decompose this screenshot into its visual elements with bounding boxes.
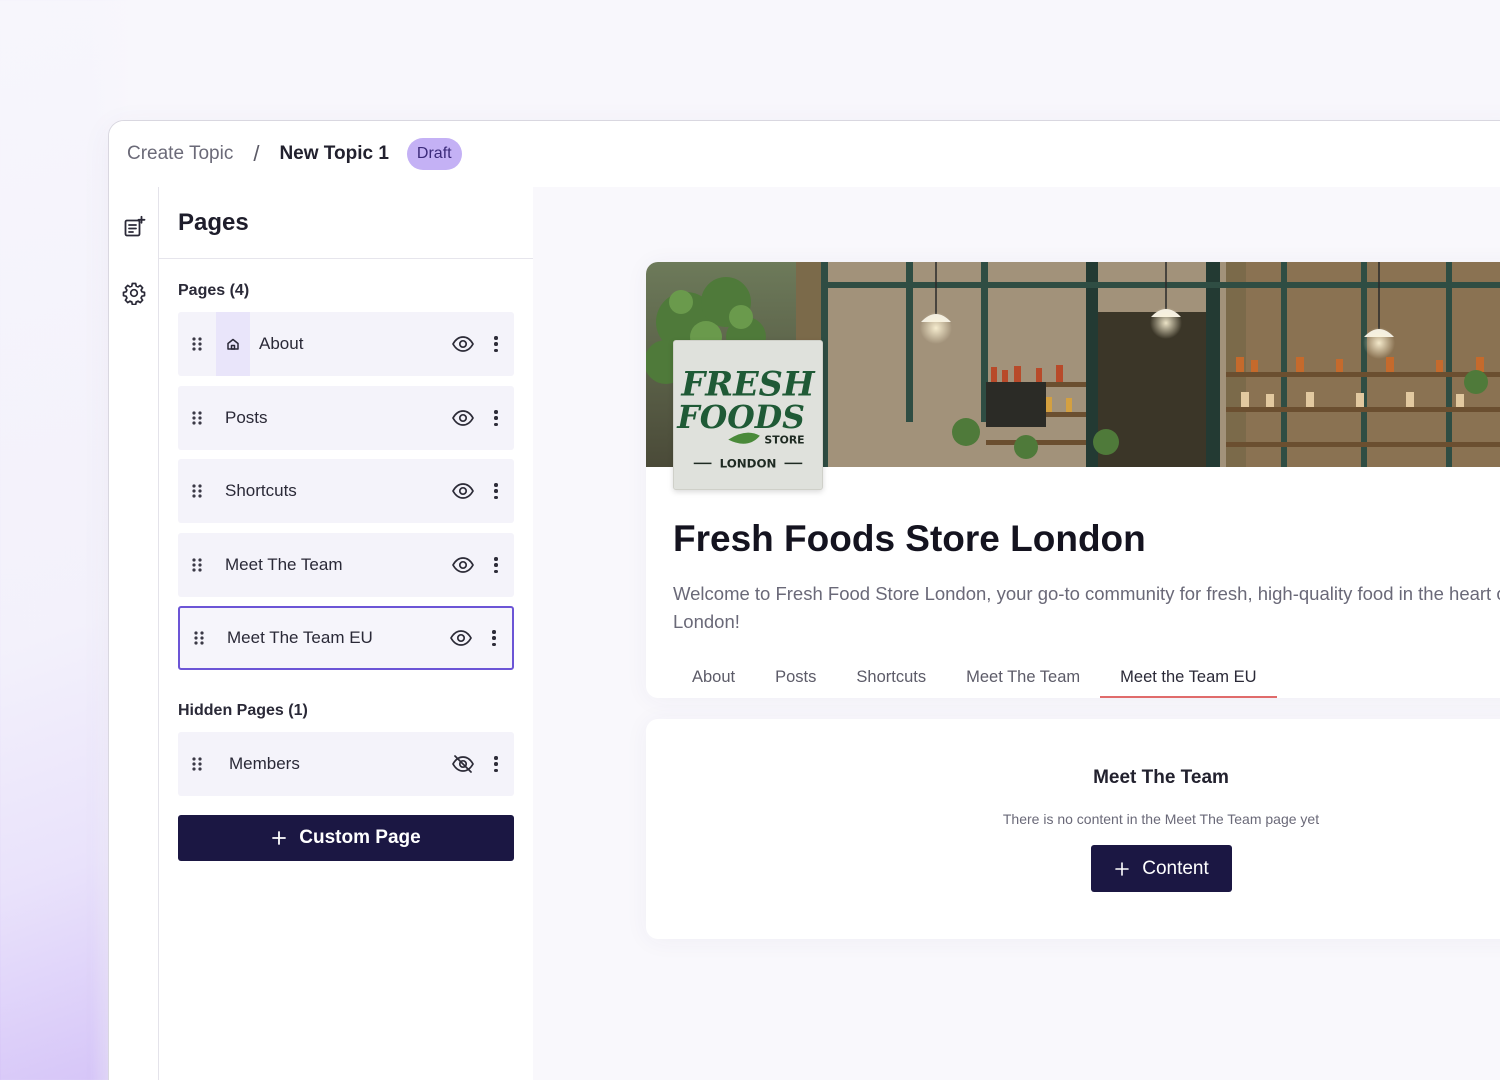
eye-icon[interactable] — [451, 332, 475, 356]
page-item-meet-the-team[interactable]: Meet The Team — [178, 533, 514, 597]
page-item-label: Meet The Team EU — [227, 628, 373, 647]
more-options-icon[interactable] — [492, 481, 500, 501]
more-options-icon[interactable] — [492, 334, 500, 354]
status-badge: Draft — [406, 138, 462, 170]
store-title: Fresh Foods Store London — [673, 518, 1146, 559]
more-options-icon[interactable] — [492, 754, 500, 774]
store-description: Welcome to Fresh Food Store London, your… — [673, 583, 1500, 632]
svg-text:FOODS: FOODS — [676, 399, 805, 436]
page-item-label: About — [259, 334, 304, 353]
add-page-icon[interactable] — [122, 215, 146, 239]
pages-section-label: Pages (4) — [178, 282, 250, 299]
drag-handle-icon[interactable] — [178, 410, 216, 426]
eye-icon[interactable] — [451, 406, 475, 430]
breadcrumb-current: New Topic 1 — [279, 143, 389, 164]
plus-icon — [272, 831, 287, 845]
breadcrumb: Create Topic / New Topic 1 Draft — [109, 121, 1500, 187]
drag-handle-icon[interactable] — [178, 557, 216, 573]
plus-icon — [1115, 861, 1130, 876]
breadcrumb-root-link[interactable]: Create Topic — [127, 143, 233, 165]
hidden-pages-section-label: Hidden Pages (1) — [178, 702, 308, 719]
svg-text:FRESH: FRESH — [680, 364, 815, 403]
tab-shortcuts[interactable]: Shortcuts — [836, 662, 946, 698]
page-item-posts[interactable]: Posts — [178, 386, 514, 450]
home-icon — [216, 312, 250, 376]
page-item-about[interactable]: About — [178, 312, 514, 376]
svg-text:STORE: STORE — [764, 434, 804, 447]
eye-icon[interactable] — [451, 479, 475, 503]
tab-posts[interactable]: Posts — [755, 662, 836, 698]
more-options-icon[interactable] — [492, 408, 500, 428]
add-custom-page-button[interactable]: Custom Page — [178, 815, 514, 861]
page-item-members[interactable]: Members — [178, 732, 514, 796]
drag-handle-icon[interactable] — [178, 336, 216, 352]
tab-meet-the-team-eu[interactable]: Meet the Team EU — [1100, 662, 1277, 698]
drag-handle-icon[interactable] — [180, 630, 218, 646]
empty-state-text: There is no content in the Meet The Team… — [1002, 811, 1320, 827]
tab-about[interactable]: About — [672, 662, 755, 698]
page-item-label: Posts — [225, 408, 268, 427]
eye-off-icon[interactable] — [451, 752, 475, 776]
tab-meet-the-team[interactable]: Meet The Team — [946, 662, 1100, 698]
drag-handle-icon[interactable] — [178, 483, 216, 499]
settings-gear-icon[interactable] — [122, 281, 146, 305]
content-button-label: Content — [1142, 857, 1209, 879]
more-options-icon[interactable] — [492, 555, 500, 575]
page-item-label: Meet The Team — [225, 555, 343, 574]
eye-icon[interactable] — [451, 553, 475, 577]
more-options-icon[interactable] — [490, 628, 498, 648]
eye-icon[interactable] — [449, 626, 473, 650]
drag-handle-icon[interactable] — [178, 756, 216, 772]
empty-state-card: Meet The Team There is no content in the… — [646, 719, 1500, 939]
breadcrumb-separator: / — [253, 141, 260, 166]
community-header-card: FRESH FOODS STORE LONDON Fresh Foods Sto… — [646, 262, 1500, 698]
empty-state-title: Meet The Team — [1093, 767, 1229, 788]
page-item-meet-the-team-eu[interactable]: Meet The Team EU — [178, 606, 514, 670]
page-item-label: Shortcuts — [225, 481, 297, 500]
app-window: Create Topic / New Topic 1 Draft Pages P… — [108, 120, 1500, 1080]
pages-panel: Pages Pages (4) About Posts Shortcuts Me… — [159, 187, 533, 1080]
custom-page-button-label: Custom Page — [299, 827, 421, 848]
page-item-shortcuts[interactable]: Shortcuts — [178, 459, 514, 523]
preview-area: FRESH FOODS STORE LONDON Fresh Foods Sto… — [533, 187, 1500, 1080]
store-logo-image: FRESH FOODS STORE LONDON — [673, 340, 823, 490]
page-item-label: Members — [229, 754, 300, 773]
preview-tabs: About Posts Shortcuts Meet The Team Meet… — [672, 662, 1277, 698]
panel-title: Pages — [159, 187, 533, 259]
icon-rail — [109, 187, 159, 1080]
add-content-button[interactable]: Content — [1091, 845, 1232, 892]
svg-text:LONDON: LONDON — [720, 456, 777, 470]
